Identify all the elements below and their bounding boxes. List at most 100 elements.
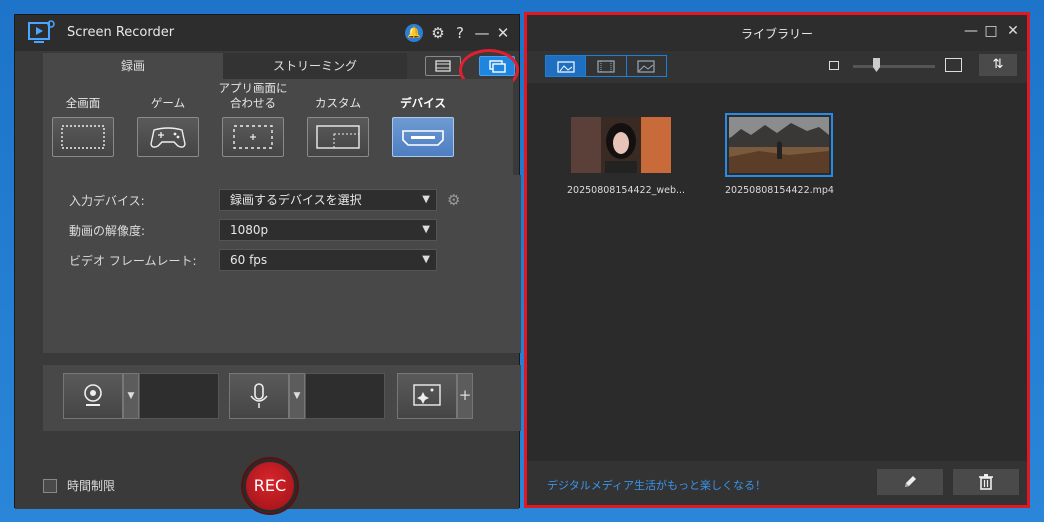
game-video-thumbnail [729, 117, 829, 173]
framerate-value: 60 fps [230, 253, 268, 267]
fullscreen-capture-icon [61, 125, 105, 149]
capture-game-label: ゲーム [150, 96, 186, 110]
edit-button[interactable] [877, 469, 943, 495]
library-title-bar: ライブラリー — □ ✕ [527, 15, 1027, 51]
media-filter-group [545, 55, 667, 77]
input-device-value: 録画するデバイスを選択 [230, 193, 362, 207]
capture-app-window-label: アプリ画面に合わせる [218, 81, 288, 110]
library-footer: デジタルメディア生活がもっと楽しくなる！ [527, 461, 1027, 505]
media-item-name: 20250808154422.mp4 [725, 185, 834, 196]
device-settings-panel: 入力デバイス: 録画するデバイスを選択 ▼ ⚙ 動画の解像度: 1080p ▼ … [43, 175, 521, 353]
input-device-label: 入力デバイス: [69, 194, 145, 208]
app-title: Screen Recorder [67, 25, 175, 40]
capture-device-button[interactable] [392, 117, 454, 157]
webcam-preview [139, 373, 219, 419]
time-limit-label: 時間制限 [67, 479, 116, 493]
device-settings-gear-icon[interactable]: ⚙ [447, 191, 460, 209]
library-title: ライブラリー [740, 27, 813, 41]
media-item-name: 20250808154422_web... [567, 185, 686, 196]
resolution-select[interactable]: 1080p ▼ [219, 219, 437, 241]
tab-record[interactable]: 録画 [43, 53, 223, 79]
effects-button[interactable] [397, 373, 457, 419]
capture-fullscreen[interactable]: 全画面 [43, 79, 123, 157]
thumbnail-size-slider[interactable] [853, 65, 935, 68]
library-window: ライブラリー — □ ✕ ⇅ 20250808154422_web... 202… [524, 12, 1030, 508]
fullscreen-mode-button[interactable] [425, 56, 461, 76]
image-icon [637, 60, 655, 73]
dropdown-arrow-icon: ▼ [422, 224, 430, 235]
microphone-dropdown[interactable]: ▼ [289, 373, 305, 419]
hdmi-device-icon [402, 130, 444, 146]
video-icon [597, 60, 615, 73]
framerate-label: ビデオ フレームレート: [69, 254, 197, 268]
close-button[interactable]: ✕ [494, 24, 512, 42]
thumbnail-large-icon[interactable] [945, 58, 962, 72]
capture-custom[interactable]: カスタム [298, 79, 378, 157]
gamepad-icon [150, 127, 186, 148]
library-toolbar: ⇅ [527, 51, 1027, 83]
input-sources-bar: ▼ ▼ + [43, 365, 521, 431]
media-item-webcam[interactable]: 20250808154422_web... [567, 117, 686, 196]
mp4-thumbnail [725, 113, 833, 177]
time-limit-checkbox[interactable] [43, 479, 57, 493]
mode-tabs: 録画 ストリーミング [43, 53, 515, 79]
minimize-button[interactable]: — [473, 24, 491, 42]
recorder-footer: 時間制限 REC [15, 433, 519, 513]
dropdown-arrow-icon: ▼ [422, 194, 430, 205]
filter-video-button[interactable] [586, 56, 627, 76]
framerate-select[interactable]: 60 fps ▼ [219, 249, 437, 271]
pencil-icon [905, 476, 916, 487]
microphone-level [305, 373, 385, 419]
capture-app-window-button[interactable] [222, 117, 284, 157]
trash-icon [979, 474, 993, 490]
filter-image-button[interactable] [627, 56, 666, 76]
webcam-button[interactable] [63, 373, 123, 419]
capture-device[interactable]: デバイス [383, 79, 463, 157]
dropdown-arrow-icon: ▼ [422, 254, 430, 265]
resolution-label: 動画の解像度: [69, 224, 146, 238]
capture-game-button[interactable] [137, 117, 199, 157]
library-close-button[interactable]: ✕ [1005, 23, 1021, 39]
capture-custom-label: カスタム [315, 96, 361, 110]
webcam-dropdown[interactable]: ▼ [123, 373, 139, 419]
all-media-icon [557, 61, 575, 73]
thumbnail-small-icon[interactable] [829, 61, 839, 70]
webcam-icon [84, 384, 102, 406]
filter-all-media-button[interactable] [546, 56, 587, 76]
app-logo-icon [28, 20, 55, 43]
screen-recorder-window: Screen Recorder 🔔 ⚙ ? — ✕ 録画 ストリーミング 全画面 [14, 14, 521, 513]
media-item-mp4[interactable]: 20250808154422.mp4 [725, 113, 834, 196]
library-media-grid: 20250808154422_web... 20250808154422.mp4 [527, 83, 1027, 461]
library-maximize-button[interactable]: □ [983, 23, 999, 39]
effects-sparkle-icon [413, 384, 441, 406]
microphone-button[interactable] [229, 373, 289, 419]
tab-streaming[interactable]: ストリーミング [223, 53, 407, 79]
library-minimize-button[interactable]: — [963, 23, 979, 39]
fullscreen-icon [435, 60, 451, 72]
notification-bell-icon[interactable]: 🔔 [405, 24, 423, 42]
microphone-icon [250, 383, 268, 408]
capture-mode-panel: 全画面 ゲーム アプリ画面に合わせる カスタム デバイス [43, 79, 513, 189]
input-device-select[interactable]: 録画するデバイスを選択 ▼ [219, 189, 437, 211]
webcam-thumbnail [571, 117, 671, 173]
custom-area-icon [316, 125, 360, 149]
help-icon[interactable]: ? [451, 24, 469, 42]
app-window-icon [233, 125, 273, 149]
resolution-value: 1080p [230, 223, 269, 237]
framerate-row: ビデオ フレームレート: 60 fps ▼ [69, 249, 489, 271]
promo-link[interactable]: デジタルメディア生活がもっと楽しくなる！ [547, 477, 766, 493]
sort-button[interactable]: ⇅ [979, 54, 1017, 76]
delete-button[interactable] [953, 469, 1019, 495]
resolution-row: 動画の解像度: 1080p ▼ [69, 219, 489, 241]
capture-app-window[interactable]: アプリ画面に合わせる [213, 79, 293, 157]
settings-gear-icon[interactable]: ⚙ [429, 24, 447, 42]
slider-knob[interactable] [873, 58, 880, 72]
title-bar: Screen Recorder 🔔 ⚙ ? — ✕ [15, 15, 519, 51]
webcam-video-thumbnail [571, 117, 671, 173]
capture-game[interactable]: ゲーム [128, 79, 208, 157]
input-device-row: 入力デバイス: 録画するデバイスを選択 ▼ ⚙ [69, 189, 489, 211]
capture-fullscreen-button[interactable] [52, 117, 114, 157]
capture-custom-button[interactable] [307, 117, 369, 157]
add-effect-button[interactable]: + [457, 373, 473, 419]
rec-button[interactable]: REC [243, 459, 297, 513]
